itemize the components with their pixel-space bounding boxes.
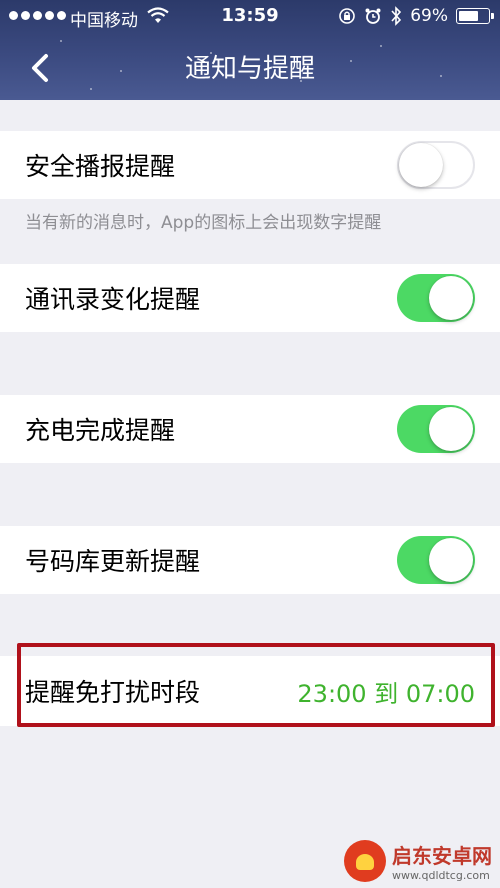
highlight-annotation-box <box>17 643 495 727</box>
setting-row-contacts-change: 通讯录变化提醒 <box>0 264 500 332</box>
header-background: 中国移动 13:59 69% 通知与提醒 <box>0 0 500 100</box>
page-title: 通知与提醒 <box>184 54 315 84</box>
setting-row-charge-complete: 充电完成提醒 <box>0 395 500 463</box>
alarm-icon <box>365 8 381 24</box>
setting-row-security-broadcast: 安全播报提醒 <box>0 131 500 199</box>
battery-icon <box>456 8 494 24</box>
orientation-lock-icon <box>339 8 356 24</box>
contacts-change-toggle[interactable] <box>397 274 475 322</box>
setting-row-number-db-update: 号码库更新提醒 <box>0 526 500 594</box>
security-broadcast-toggle[interactable] <box>397 141 475 189</box>
status-bar: 中国移动 13:59 69% <box>0 0 500 34</box>
watermark: 启东安卓网 www.qdldtcg.com <box>344 840 492 882</box>
charge-complete-toggle[interactable] <box>397 405 475 453</box>
watermark-logo-icon <box>344 840 386 882</box>
battery-percent: 69% <box>410 6 448 26</box>
number-db-update-toggle[interactable] <box>397 536 475 584</box>
watermark-name: 启东安卓网 <box>392 844 492 868</box>
setting-hint: 当有新的消息时，App的图标上会出现数字提醒 <box>25 213 382 233</box>
bluetooth-icon <box>391 6 402 26</box>
watermark-url: www.qdldtcg.com <box>392 869 490 882</box>
navigation-bar: 通知与提醒 <box>0 34 500 100</box>
